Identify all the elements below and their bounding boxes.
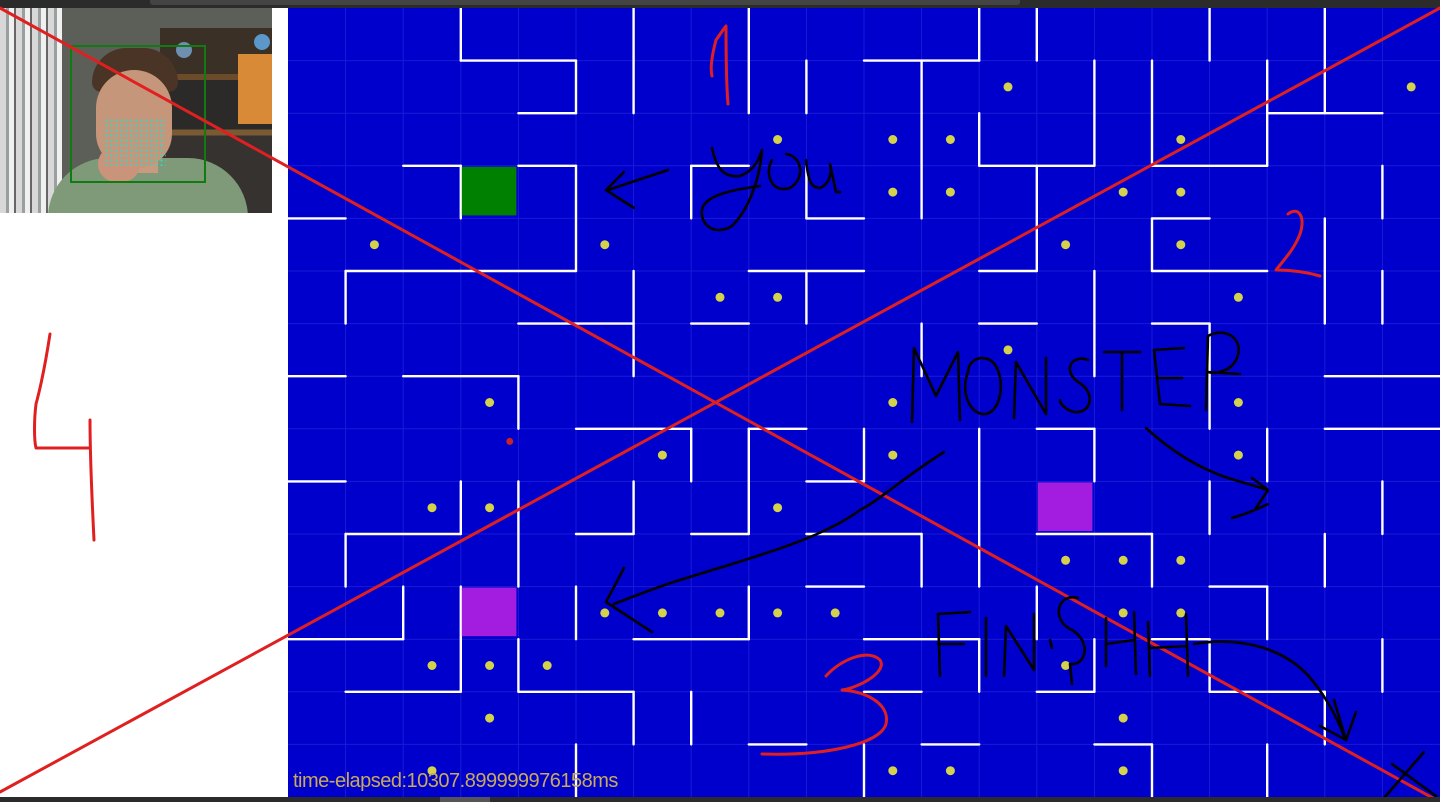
maze-coin <box>1003 345 1013 355</box>
maze-coin <box>888 135 898 144</box>
maze-coin <box>773 608 783 618</box>
window-top-bar <box>0 0 1440 8</box>
player-block <box>461 166 517 216</box>
maze-coin <box>888 450 898 460</box>
maze-coin <box>1003 82 1013 92</box>
taskbar-tab[interactable] <box>440 797 490 802</box>
maze-coin <box>1176 555 1186 565</box>
handwritten-number-4 <box>33 332 96 542</box>
maze-coin <box>485 398 495 407</box>
webcam-background-wall <box>0 8 62 213</box>
maze-coin <box>715 292 725 302</box>
maze-coin <box>945 766 955 776</box>
maze-coin <box>1176 187 1186 197</box>
maze-coin <box>1406 82 1416 92</box>
maze-coin <box>1118 713 1128 723</box>
monster-block <box>461 587 517 637</box>
maze-coin <box>542 661 552 670</box>
maze-coin <box>1118 187 1128 197</box>
maze-coin <box>1061 555 1071 565</box>
monster-block <box>1037 482 1093 531</box>
maze-coin <box>715 608 725 618</box>
maze-coin <box>945 187 955 197</box>
maze-coin <box>485 503 495 513</box>
maze-coin <box>888 398 898 407</box>
maze-coin <box>600 240 610 250</box>
maze-coin <box>657 608 667 618</box>
webcam-background-globe <box>254 34 270 50</box>
window-bottom-bar <box>0 797 1440 802</box>
maze-coin <box>1176 240 1186 250</box>
maze-coin <box>1176 135 1186 144</box>
maze-coin <box>1061 240 1071 250</box>
maze-coin <box>427 503 437 513</box>
maze-coin <box>1176 608 1186 618</box>
maze-coin <box>1233 292 1243 302</box>
maze-coin <box>888 766 898 776</box>
maze-coin <box>600 608 610 618</box>
time-elapsed-readout: time-elapsed:10307.899999976158ms <box>293 770 618 792</box>
maze-coin <box>1118 608 1128 618</box>
maze-coin <box>773 292 783 302</box>
face-detection-box <box>70 45 206 183</box>
maze-coin <box>773 503 783 513</box>
maze-board <box>288 8 1440 797</box>
maze-coin <box>485 713 495 723</box>
maze-coin <box>1061 661 1071 670</box>
red-dot-marker <box>506 437 514 445</box>
maze-game-area[interactable]: time-elapsed:10307.899999976158ms <box>288 8 1440 797</box>
maze-coin <box>1233 398 1243 407</box>
maze-coin <box>427 661 437 670</box>
maze-coin <box>1118 766 1128 776</box>
maze-coin <box>369 240 379 250</box>
webcam-feed <box>0 8 272 213</box>
maze-coin <box>1233 450 1243 460</box>
window-drag-handle[interactable] <box>150 0 1020 5</box>
maze-coin <box>888 187 898 197</box>
maze-coin <box>657 450 667 460</box>
webcam-background-cabinet <box>238 54 272 124</box>
maze-coin <box>773 135 783 144</box>
maze-coin <box>485 661 495 670</box>
maze-coin <box>830 608 840 618</box>
maze-coin <box>945 135 955 144</box>
maze-coin <box>1118 555 1128 565</box>
